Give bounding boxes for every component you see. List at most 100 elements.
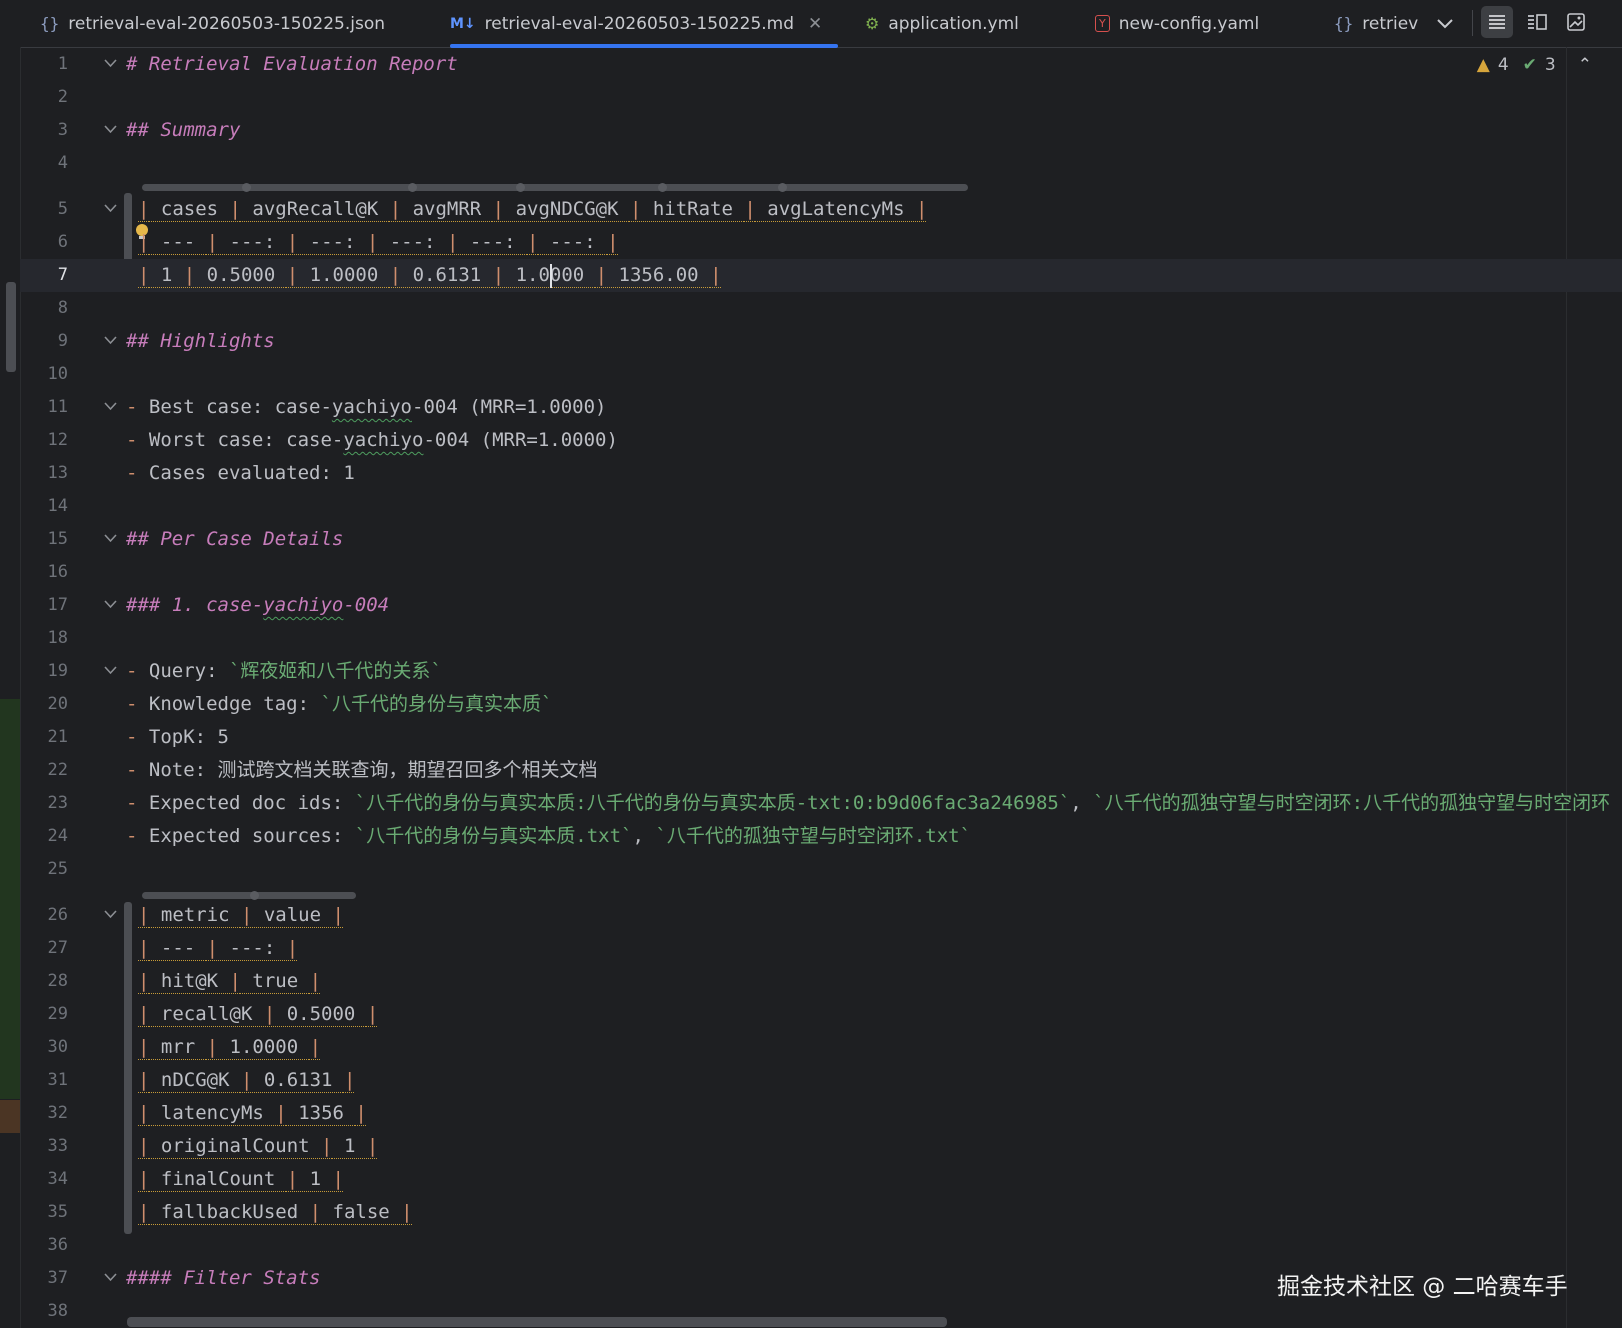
code-line[interactable]: 11 - Best case: case-yachiyo-004 (MRR=1.0…	[20, 391, 1622, 424]
code-line[interactable]: 8	[20, 292, 1622, 325]
line-number: 1	[57, 54, 68, 74]
code-line[interactable]: 1 # Retrieval Evaluation Report	[20, 48, 1622, 81]
line-text: | originalCount | 1 |	[138, 1135, 379, 1157]
code-line[interactable]: 27 | --- | ---: |	[20, 932, 1622, 965]
tab-new-config-yaml[interactable]: Y new-config.yaml	[1095, 0, 1259, 47]
line-text: # Retrieval Evaluation Report	[126, 53, 458, 75]
line-number: 17	[47, 595, 68, 615]
line-number: 9	[57, 331, 68, 351]
code-line[interactable]: 29 | recall@K | 0.5000 |	[20, 998, 1622, 1031]
code-line[interactable]: 5 | cases | avgRecall@K | avgMRR | avgNDC…	[20, 193, 1622, 226]
fold-chevron-icon[interactable]	[104, 1262, 117, 1295]
code-line[interactable]: 36	[20, 1229, 1622, 1262]
fold-chevron-icon[interactable]	[104, 114, 117, 147]
tab-markdown-report[interactable]: M↓ retrieval-eval-20260503-150225.md ✕	[450, 0, 839, 48]
tab-label: new-config.yaml	[1118, 13, 1260, 34]
code-line[interactable]: 12 - Worst case: case-yachiyo-004 (MRR=1.…	[20, 424, 1622, 457]
code-line[interactable]: 15 ## Per Case Details	[20, 523, 1622, 556]
horizontal-scrollbar[interactable]	[127, 1317, 947, 1327]
fold-chevron-icon[interactable]	[104, 391, 117, 424]
line-text: | mrr | 1.0000 |	[138, 1036, 322, 1058]
code-line[interactable]: 25	[20, 853, 1622, 886]
close-tab-icon[interactable]: ✕	[808, 14, 822, 34]
code-line[interactable]: 6 | --- | ---: | ---: | ---: | ---: | ---…	[20, 226, 1622, 259]
line-text: ## Summary	[126, 119, 241, 141]
chevron-down-icon[interactable]	[1436, 0, 1454, 47]
line-text: - TopK: 5	[126, 726, 229, 748]
line-number: 14	[47, 496, 68, 516]
code-line[interactable]: 20 - Knowledge tag: `八千代的身份与真实本质`	[20, 688, 1622, 721]
line-number: 16	[47, 562, 68, 582]
code-line[interactable]: 7 | 1 | 0.5000 | 1.0000 | 0.6131 | 1.0000…	[20, 259, 1622, 292]
line-text: - Cases evaluated: 1	[126, 462, 355, 484]
code-line[interactable]: 31 | nDCG@K | 0.6131 |	[20, 1064, 1622, 1097]
markdown-file-icon: M↓	[450, 15, 476, 32]
code-line[interactable]: 32 | latencyMs | 1356 |	[20, 1097, 1622, 1130]
line-text: | hit@K | true |	[138, 970, 322, 992]
line-number: 37	[47, 1268, 68, 1288]
vcs-change-marker	[0, 699, 20, 1099]
line-number: 35	[47, 1202, 68, 1222]
code-editor[interactable]: ▲ 4 ✔ 3 ⌃ 1 # Retrieval Evaluation Report…	[0, 47, 1622, 1328]
line-number: 25	[47, 859, 68, 879]
fold-chevron-icon[interactable]	[104, 325, 117, 358]
code-line[interactable]: 35 | fallbackUsed | false |	[20, 1196, 1622, 1229]
code-line[interactable]: 10	[20, 358, 1622, 391]
code-line[interactable]: 13 - Cases evaluated: 1	[20, 457, 1622, 490]
line-text: | latencyMs | 1356 |	[138, 1102, 367, 1124]
code-line[interactable]: 24 - Expected sources: `八千代的身份与真实本质.txt`,…	[20, 820, 1622, 853]
fold-chevron-icon[interactable]	[104, 589, 117, 622]
code-line[interactable]: 19 - Query: `辉夜姬和八千代的关系`	[20, 655, 1622, 688]
fold-chevron-icon[interactable]	[104, 523, 117, 556]
code-line[interactable]: 16	[20, 556, 1622, 589]
line-text: | recall@K | 0.5000 |	[138, 1003, 379, 1025]
gutter-strip	[0, 47, 21, 1328]
code-line[interactable]: 28 | hit@K | true |	[20, 965, 1622, 998]
code-line[interactable]: 9 ## Highlights	[20, 325, 1622, 358]
tab-label: retriev	[1362, 13, 1418, 34]
preview-only-icon[interactable]	[1560, 6, 1592, 38]
line-number: 19	[47, 661, 68, 681]
line-number: 13	[47, 463, 68, 483]
line-text: | metric | value |	[138, 904, 344, 926]
code-line[interactable]: 21 - TopK: 5	[20, 721, 1622, 754]
tab-retrieval-truncated[interactable]: {} retriev	[1334, 0, 1418, 47]
table-scroll-rail[interactable]	[142, 183, 968, 192]
line-text: | --- | ---: | ---: | ---: | ---: | ---:…	[138, 231, 619, 253]
fold-chevron-icon[interactable]	[104, 655, 117, 688]
line-text: | cases | avgRecall@K | avgMRR | avgNDCG…	[138, 198, 928, 220]
code-line[interactable]: 2	[20, 81, 1622, 114]
watermark-text: 掘金技术社区 @ 二哈赛车手	[1277, 1274, 1568, 1300]
editor-tab-bar: {} retrieval-eval-20260503-150225.json M…	[0, 0, 1622, 48]
line-number: 32	[47, 1103, 68, 1123]
editor-only-view-icon[interactable]	[1481, 6, 1513, 38]
line-text: ### 1. case-yachiyo-004	[126, 594, 390, 616]
structure-marker	[6, 282, 16, 372]
table-scroll-rail[interactable]	[142, 891, 356, 900]
code-line[interactable]: 33 | originalCount | 1 |	[20, 1130, 1622, 1163]
line-number: 34	[47, 1169, 68, 1189]
line-text: | nDCG@K | 0.6131 |	[138, 1069, 356, 1091]
code-line[interactable]: 4	[20, 147, 1622, 180]
line-number: 11	[47, 397, 68, 417]
tab-json-report[interactable]: {} retrieval-eval-20260503-150225.json	[40, 0, 385, 47]
code-line[interactable]: 22 - Note: 测试跨文档关联查询，期望召回多个相关文档	[20, 754, 1622, 787]
split-view-icon[interactable]	[1521, 6, 1553, 38]
code-line[interactable]: 14	[20, 490, 1622, 523]
tab-application-yml[interactable]: ⚙ application.yml	[865, 0, 1019, 47]
line-number: 12	[47, 430, 68, 450]
line-text: - Expected sources: `八千代的身份与真实本质.txt`, `…	[126, 825, 972, 847]
code-line[interactable]: 17 ### 1. case-yachiyo-004	[20, 589, 1622, 622]
fold-chevron-icon[interactable]	[104, 48, 117, 81]
code-line[interactable]: 34 | finalCount | 1 |	[20, 1163, 1622, 1196]
line-text: ## Per Case Details	[126, 528, 344, 550]
line-number: 10	[47, 364, 68, 384]
fold-chevron-icon[interactable]	[104, 193, 117, 226]
line-number: 21	[47, 727, 68, 747]
code-line[interactable]: 23 - Expected doc ids: `八千代的身份与真实本质:八千代的身…	[20, 787, 1622, 820]
code-line[interactable]: 30 | mrr | 1.0000 |	[20, 1031, 1622, 1064]
code-line[interactable]: 26 | metric | value |	[20, 899, 1622, 932]
code-line[interactable]: 3 ## Summary	[20, 114, 1622, 147]
fold-chevron-icon[interactable]	[104, 899, 117, 932]
code-line[interactable]: 18	[20, 622, 1622, 655]
